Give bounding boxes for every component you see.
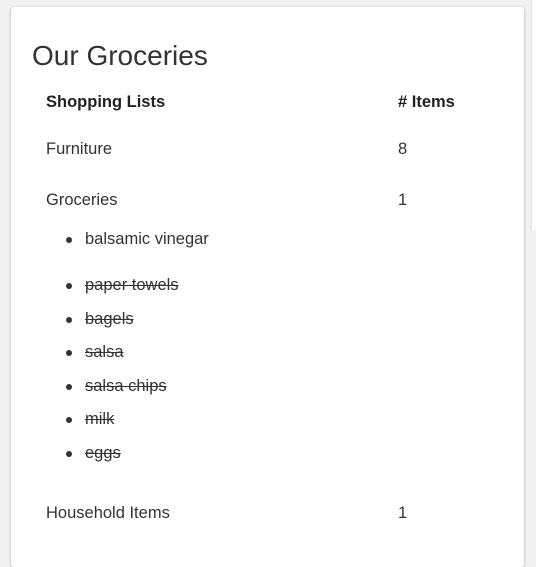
- item-label: eggs: [85, 443, 121, 462]
- bullet-icon: [66, 417, 72, 424]
- adjacent-card-edge: [531, 0, 536, 230]
- item-label: bagels: [85, 309, 134, 328]
- card-title: Our Groceries: [32, 40, 208, 71]
- list-item[interactable]: paper towels: [66, 275, 179, 309]
- bullet-icon: [66, 283, 72, 289]
- header-shopping-lists: Shopping Lists: [46, 93, 166, 111]
- item-label: balsamic vinegar: [85, 230, 209, 248]
- bullet-icon: [66, 383, 72, 390]
- list-item[interactable]: salsa chips: [66, 376, 179, 410]
- bullet-icon: [66, 316, 72, 323]
- list-item[interactable]: bagels: [66, 309, 179, 343]
- list-item[interactable]: balsamic vinegar: [66, 229, 209, 263]
- list-count: 1: [398, 191, 408, 209]
- item-label: milk: [85, 410, 115, 429]
- list-count: 1: [398, 504, 408, 522]
- item-label: salsa chips: [85, 376, 167, 395]
- bullet-icon: [66, 450, 72, 457]
- list-item[interactable]: eggs: [66, 443, 179, 477]
- bullet-icon: [66, 350, 72, 357]
- list-count: 8: [398, 140, 408, 158]
- list-name[interactable]: Household Items: [46, 504, 170, 523]
- bullet-icon: [66, 237, 72, 243]
- list-item[interactable]: milk: [66, 409, 179, 443]
- crossed-items-list: paper towels bagels salsa salsa chips mi…: [66, 275, 179, 477]
- list-name[interactable]: Furniture: [46, 140, 112, 159]
- groceries-card: Our Groceries Shopping Lists # Items Fur…: [11, 7, 524, 567]
- list-item[interactable]: salsa: [66, 342, 179, 376]
- active-items-list: balsamic vinegar: [66, 229, 209, 263]
- item-label: salsa: [85, 343, 124, 362]
- list-name[interactable]: Groceries: [46, 191, 118, 210]
- header-item-count: # Items: [398, 93, 455, 111]
- item-label: paper towels: [85, 276, 179, 294]
